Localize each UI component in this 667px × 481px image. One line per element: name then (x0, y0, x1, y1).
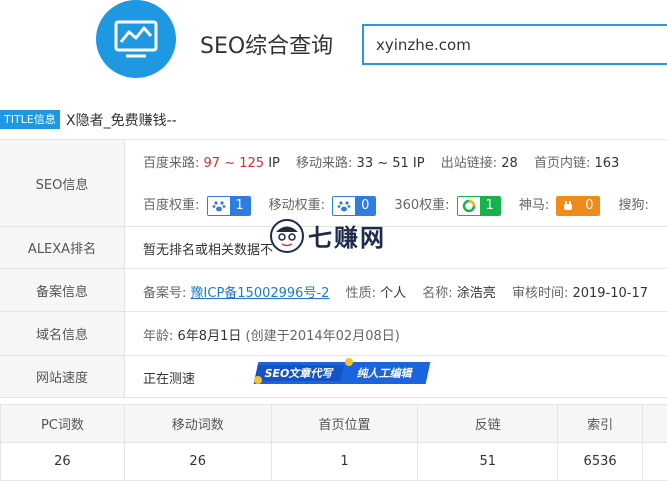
mobile-source-label: 移动来路: (296, 156, 352, 171)
domain-label: 域名信息 (0, 312, 125, 355)
alexa-label: ALEXA排名 (0, 227, 125, 268)
domain-search-input[interactable] (362, 24, 667, 65)
stats-header-extra (643, 405, 667, 443)
stats-backlinks-value[interactable]: 51 (418, 443, 558, 481)
domain-age-label: 年龄: (143, 329, 173, 344)
stats-index-value[interactable]: 6536 (558, 443, 643, 481)
stats-value-row: 26 26 1 51 6536 (1, 443, 667, 481)
stats-pc-value[interactable]: 26 (1, 443, 125, 481)
logo (96, 0, 176, 78)
seo-info-row: SEO信息 百度来路: 97 ~ 125 IP 移动来路: 33 ~ 51 IP… (0, 140, 667, 227)
baidu-source-unit: IP (268, 156, 280, 171)
banner-dot-left (254, 376, 262, 384)
mobile-source-value[interactable]: 33 ~ 51 IP (357, 156, 425, 171)
paw-icon (333, 197, 355, 215)
stats-extra-value (643, 443, 667, 481)
site-title-text: X隐者_免费赚钱-- (66, 110, 177, 130)
beian-label: 备案信息 (0, 269, 125, 311)
speed-label: 网站速度 (0, 356, 125, 397)
beian-row: 备案信息 备案号: 豫ICP备15002996号-2 性质: 个人 名称: 涂浩… (0, 269, 667, 312)
stats-header-pc: PC词数 (1, 405, 125, 443)
mobile-weight-label: 移动权重: (269, 198, 325, 213)
beian-number-label: 备案号: (143, 286, 186, 301)
watermark-text: 七赚网 (308, 218, 386, 253)
shenma-label: 神马: (519, 198, 549, 213)
seo-info-label: SEO信息 (0, 140, 125, 226)
stats-header-backlinks: 反链 (418, 405, 558, 443)
weight-360-badge[interactable]: 1 (457, 196, 501, 216)
beian-review-value: 2019-10-17 (572, 286, 648, 301)
stats-header-row: PC词数 移动词数 首页位置 反链 索引 (1, 405, 667, 443)
horse-icon (557, 197, 579, 215)
homepage-links-value[interactable]: 163 (594, 156, 619, 171)
banner-left-text: SEO文章代写 (254, 365, 343, 381)
mobile-weight-value: 0 (355, 197, 375, 215)
beian-nature-value: 个人 (380, 286, 406, 301)
info-table: SEO信息 百度来路: 97 ~ 125 IP 移动来路: 33 ~ 51 IP… (0, 139, 667, 398)
chart-monitor-icon (96, 0, 176, 78)
beian-line: 备案号: 豫ICP备15002996号-2 性质: 个人 名称: 涂浩亮 审核时… (143, 282, 648, 301)
watermark: 七赚网 (270, 218, 386, 253)
outbound-links-value[interactable]: 28 (501, 156, 518, 171)
domain-line: 年龄: 6年8月1日 (创建于2014年02月08日) (143, 325, 400, 344)
weight-360-value: 1 (480, 197, 500, 215)
beian-review-label: 审核时间: (512, 286, 568, 301)
stats-header-homepage: 首页位置 (271, 405, 418, 443)
shenma-badge[interactable]: 0 (556, 196, 600, 216)
stats-header-mobile: 移动词数 (124, 405, 271, 443)
beian-name-value: 涂浩亮 (457, 286, 496, 301)
sogou-label: 搜狗: (619, 198, 649, 213)
homepage-links-label: 首页内链: (534, 156, 590, 171)
stats-header-index: 索引 (558, 405, 643, 443)
alexa-value: 暂无排名或相关数据不 (143, 239, 273, 258)
outbound-links-label: 出站链接: (441, 156, 497, 171)
stats-homepage-value[interactable]: 1 (271, 443, 418, 481)
seo-traffic-line: 百度来路: 97 ~ 125 IP 移动来路: 33 ~ 51 IP 出站链接:… (143, 152, 619, 171)
stats-table: PC词数 移动词数 首页位置 反链 索引 26 26 1 51 6536 (0, 404, 667, 481)
title-tag: TITLE信息 (0, 110, 60, 129)
mascot-icon (270, 219, 304, 253)
beian-nature-label: 性质: (346, 286, 376, 301)
baidu-weight-label: 百度权重: (143, 198, 199, 213)
baidu-weight-value: 1 (230, 197, 250, 215)
shenma-value: 0 (579, 197, 599, 215)
weight-360-label: 360权重: (394, 198, 449, 213)
banner-right-text: 纯人工编辑 (340, 365, 429, 381)
baidu-source-value[interactable]: 97 ~ 125 (204, 156, 265, 171)
banner-dot-top (345, 358, 353, 366)
domain-age-value: 6年8月1日 (178, 329, 242, 344)
baidu-weight-badge[interactable]: 1 (207, 196, 251, 216)
domain-created: (创建于2014年02月08日) (246, 329, 400, 344)
stats-mobile-value[interactable]: 26 (124, 443, 271, 481)
domain-row: 域名信息 年龄: 6年8月1日 (创建于2014年02月08日) (0, 312, 667, 356)
beian-number-link[interactable]: 豫ICP备15002996号-2 (191, 286, 330, 301)
mobile-weight-badge[interactable]: 0 (332, 196, 376, 216)
seo-weight-line: 百度权重: 1 移动权重: 0 360权重: 1 神马: (143, 194, 649, 216)
paw-icon (208, 197, 230, 215)
beian-name-label: 名称: (422, 286, 452, 301)
seo-writing-banner[interactable]: SEO文章代写 纯人工编辑 (254, 362, 431, 384)
baidu-source-label: 百度来路: (143, 156, 199, 171)
page-title: SEO综合查询 (200, 28, 333, 60)
ring-icon (458, 197, 480, 215)
speed-value: 正在测速 (143, 368, 195, 387)
